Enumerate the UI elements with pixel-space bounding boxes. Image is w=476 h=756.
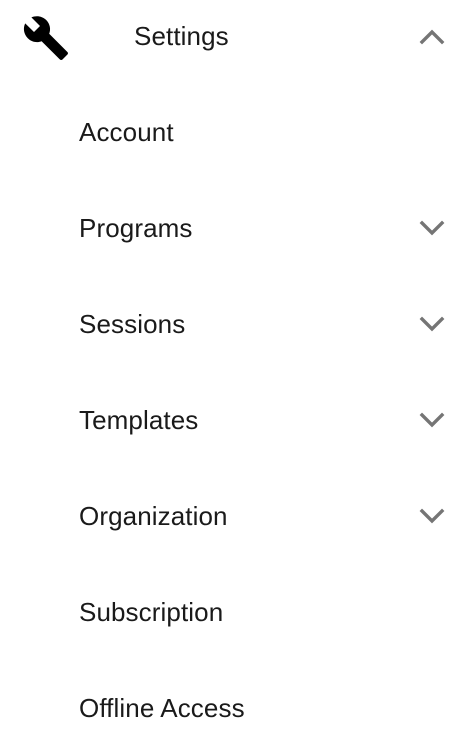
menu-item-label: Subscription <box>79 596 224 627</box>
menu-item-account[interactable]: Account <box>0 84 476 180</box>
menu-item-label: Sessions <box>79 308 186 339</box>
menu-item-label: Offline Access <box>79 692 245 723</box>
menu-item-subscription[interactable]: Subscription <box>0 564 476 660</box>
chevron-down-icon[interactable] <box>419 220 445 236</box>
menu-item-sessions[interactable]: Sessions <box>0 276 476 372</box>
chevron-down-icon[interactable] <box>419 412 445 428</box>
menu-item-offline-access[interactable]: Offline Access <box>0 660 476 756</box>
chevron-down-icon[interactable] <box>419 508 445 524</box>
menu-item-label: Account <box>79 116 174 147</box>
settings-title: Settings <box>134 20 229 51</box>
menu-item-programs[interactable]: Programs <box>0 180 476 276</box>
chevron-up-icon[interactable] <box>419 29 445 45</box>
menu-item-templates[interactable]: Templates <box>0 372 476 468</box>
menu-item-label: Programs <box>79 212 193 243</box>
menu-item-label: Templates <box>79 404 199 435</box>
menu-item-organization[interactable]: Organization <box>0 468 476 564</box>
chevron-down-icon[interactable] <box>419 316 445 332</box>
settings-menu: Settings Account Programs Sessions Templ… <box>0 0 476 744</box>
settings-header[interactable]: Settings <box>0 0 476 84</box>
menu-item-label: Organization <box>79 500 228 531</box>
wrench-icon <box>23 16 68 60</box>
